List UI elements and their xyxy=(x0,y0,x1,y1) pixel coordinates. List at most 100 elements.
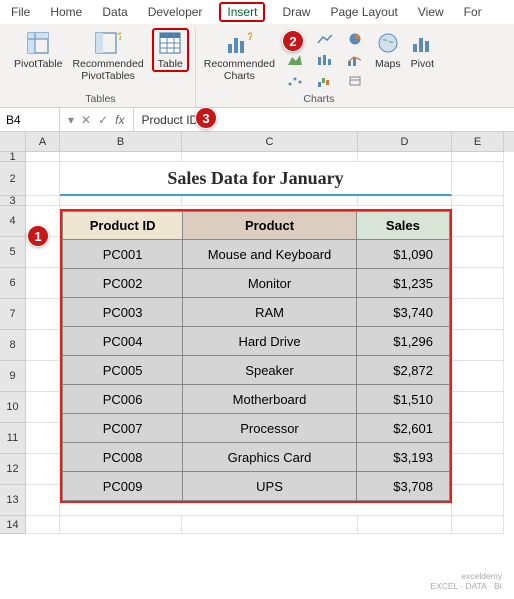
cell[interactable] xyxy=(452,299,504,330)
cell[interactable] xyxy=(26,152,60,162)
menu-formulas[interactable]: For xyxy=(461,3,485,21)
row-header[interactable]: 7 xyxy=(0,299,26,330)
cell[interactable] xyxy=(452,206,504,237)
row-header[interactable]: 6 xyxy=(0,268,26,299)
table-cell[interactable]: $2,872 xyxy=(356,356,449,385)
cell[interactable] xyxy=(452,516,504,534)
table-cell[interactable]: Hard Drive xyxy=(183,327,357,356)
title-cell[interactable]: Sales Data for January xyxy=(60,162,452,196)
table-cell[interactable]: PC004 xyxy=(63,327,183,356)
table-row[interactable]: PC005Speaker$2,872 xyxy=(63,356,450,385)
table-cell[interactable]: Mouse and Keyboard xyxy=(183,240,357,269)
cell[interactable] xyxy=(26,330,60,361)
select-all-corner[interactable] xyxy=(0,132,26,152)
row-header[interactable]: 1 xyxy=(0,152,26,162)
line-chart-button[interactable] xyxy=(313,30,337,48)
table-cell[interactable]: PC001 xyxy=(63,240,183,269)
cell[interactable] xyxy=(60,516,182,534)
cell[interactable] xyxy=(452,152,504,162)
table-cell[interactable]: Graphics Card xyxy=(183,443,357,472)
cell[interactable] xyxy=(26,361,60,392)
cell[interactable] xyxy=(26,423,60,454)
row-header[interactable]: 14 xyxy=(0,516,26,534)
table-button[interactable]: Table xyxy=(152,28,189,72)
scatter-chart-button[interactable] xyxy=(283,72,307,90)
pie-chart-button[interactable] xyxy=(343,30,367,48)
table-cell[interactable]: PC008 xyxy=(63,443,183,472)
table-cell[interactable]: PC002 xyxy=(63,269,183,298)
cell[interactable] xyxy=(182,196,358,206)
chevron-down-icon[interactable]: ▾ xyxy=(68,113,74,127)
cell[interactable] xyxy=(26,516,60,534)
menu-draw[interactable]: Draw xyxy=(279,3,313,21)
pivotchart-button[interactable]: Pivot xyxy=(409,28,436,70)
menu-file[interactable]: File xyxy=(8,3,33,21)
table-cell[interactable]: PC003 xyxy=(63,298,183,327)
menu-insert[interactable]: Insert xyxy=(219,2,265,22)
table-row[interactable]: PC008Graphics Card$3,193 xyxy=(63,443,450,472)
table-cell[interactable]: $2,601 xyxy=(356,414,449,443)
cancel-icon[interactable]: ✕ xyxy=(81,113,91,127)
table-cell[interactable]: Monitor xyxy=(183,269,357,298)
table-row[interactable]: PC006Motherboard$1,510 xyxy=(63,385,450,414)
cell[interactable] xyxy=(26,268,60,299)
recommended-pivottables-button[interactable]: ? Recommended PivotTables xyxy=(70,28,145,82)
cell[interactable] xyxy=(452,423,504,454)
row-header[interactable]: 11 xyxy=(0,423,26,454)
menu-view[interactable]: View xyxy=(415,3,447,21)
cell[interactable] xyxy=(452,162,504,196)
menu-home[interactable]: Home xyxy=(47,3,85,21)
cell[interactable] xyxy=(182,516,358,534)
table-row[interactable]: PC001Mouse and Keyboard$1,090 xyxy=(63,240,450,269)
cell[interactable] xyxy=(60,152,182,162)
cell[interactable] xyxy=(26,299,60,330)
table-cell[interactable]: UPS xyxy=(183,472,357,501)
cell[interactable] xyxy=(182,152,358,162)
row-header[interactable]: 2 xyxy=(0,162,26,196)
cell[interactable] xyxy=(60,196,182,206)
table-cell[interactable]: PC007 xyxy=(63,414,183,443)
table-cell[interactable]: $1,235 xyxy=(356,269,449,298)
statistic-chart-button[interactable] xyxy=(313,51,337,69)
header-product[interactable]: Product xyxy=(183,212,357,240)
cell[interactable] xyxy=(452,361,504,392)
row-header[interactable]: 9 xyxy=(0,361,26,392)
row-header[interactable]: 4 xyxy=(0,206,26,237)
cell[interactable] xyxy=(26,196,60,206)
header-product-id[interactable]: Product ID xyxy=(63,212,183,240)
table-cell[interactable]: PC006 xyxy=(63,385,183,414)
cell[interactable] xyxy=(452,196,504,206)
col-header-a[interactable]: A xyxy=(26,132,60,152)
menu-data[interactable]: Data xyxy=(99,3,130,21)
table-cell[interactable]: $3,740 xyxy=(356,298,449,327)
row-header[interactable]: 5 xyxy=(0,237,26,268)
col-header-d[interactable]: D xyxy=(358,132,452,152)
col-header-c[interactable]: C xyxy=(182,132,358,152)
table-cell[interactable]: PC005 xyxy=(63,356,183,385)
table-row[interactable]: PC003RAM$3,740 xyxy=(63,298,450,327)
cell[interactable] xyxy=(26,162,60,196)
fx-icon[interactable]: fx xyxy=(115,113,124,127)
recommended-charts-button[interactable]: ? Recommended Charts xyxy=(202,28,277,82)
cell[interactable] xyxy=(452,485,504,516)
cell[interactable] xyxy=(452,268,504,299)
row-header[interactable]: 10 xyxy=(0,392,26,423)
sales-data-table[interactable]: Product ID Product Sales PC001Mouse and … xyxy=(60,209,452,503)
row-header[interactable]: 3 xyxy=(0,196,26,206)
combo-chart-button[interactable] xyxy=(343,51,367,69)
hierarchy-chart-button[interactable] xyxy=(283,51,307,69)
enter-icon[interactable]: ✓ xyxy=(98,113,108,127)
table-row[interactable]: PC004Hard Drive$1,296 xyxy=(63,327,450,356)
menu-page-layout[interactable]: Page Layout xyxy=(327,3,400,21)
cell[interactable] xyxy=(452,454,504,485)
cell[interactable] xyxy=(26,454,60,485)
table-row[interactable]: PC009UPS$3,708 xyxy=(63,472,450,501)
funnel-chart-button[interactable] xyxy=(343,72,367,90)
pivottable-button[interactable]: PivotTable xyxy=(12,28,64,70)
maps-button[interactable]: Maps xyxy=(373,28,403,70)
waterfall-chart-button[interactable] xyxy=(313,72,337,90)
table-cell[interactable]: $3,193 xyxy=(356,443,449,472)
table-cell[interactable]: RAM xyxy=(183,298,357,327)
cell[interactable] xyxy=(358,516,452,534)
table-row[interactable]: PC007Processor$2,601 xyxy=(63,414,450,443)
